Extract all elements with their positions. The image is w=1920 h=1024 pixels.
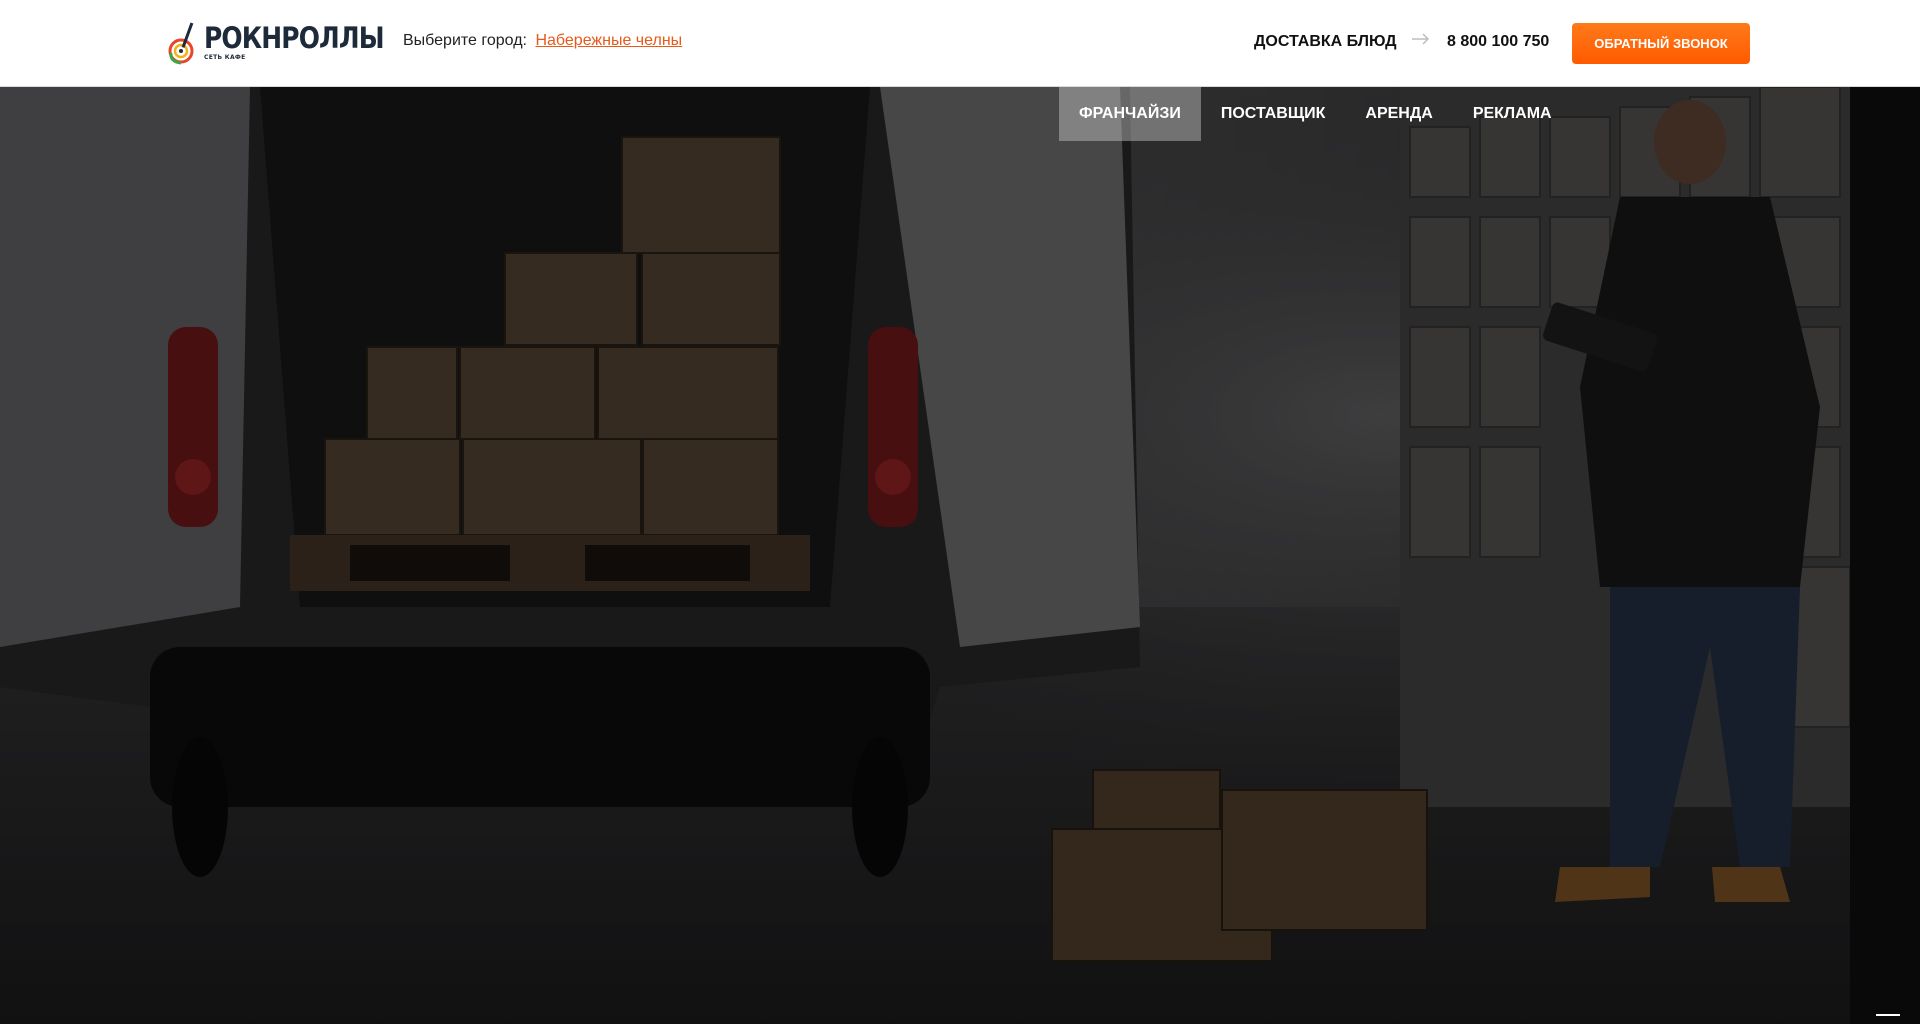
secondary-nav: ФРАНЧАЙЗИ ПОСТАВЩИК АРЕНДА РЕКЛАМА (1059, 87, 1572, 141)
callback-button[interactable]: ОБРАТНЫЙ ЗВОНОК (1572, 23, 1750, 64)
hamburger-menu-icon[interactable] (1876, 1014, 1900, 1024)
tab-franchise[interactable]: ФРАНЧАЙЗИ (1059, 87, 1201, 141)
tab-advertising[interactable]: РЕКЛАМА (1453, 87, 1572, 141)
arrow-right-icon (1411, 31, 1431, 47)
logo[interactable]: РОКНРОЛЛЫ СЕТЬ КАФЕ (168, 20, 388, 68)
city-label: Выберите город: (403, 32, 527, 49)
phone-number[interactable]: 8 800 100 750 (1447, 33, 1549, 51)
logo-guitar-icon (168, 20, 200, 66)
logo-name: РОКНРОЛЛЫ (204, 21, 385, 55)
delivery-link[interactable]: ДОСТАВКА БЛЮД (1254, 33, 1396, 51)
hero-banner (0, 87, 1920, 1024)
hero-background-image (0, 87, 1920, 1024)
city-selector: Выберите город: Набережные челны (403, 32, 682, 50)
site-header: РОКНРОЛЛЫ СЕТЬ КАФЕ Выберите город: Набе… (0, 0, 1920, 87)
tab-supplier[interactable]: ПОСТАВЩИК (1201, 87, 1346, 141)
tab-rent[interactable]: АРЕНДА (1345, 87, 1452, 141)
city-link[interactable]: Набережные челны (535, 32, 682, 49)
logo-subtitle: СЕТЬ КАФЕ (204, 54, 246, 61)
